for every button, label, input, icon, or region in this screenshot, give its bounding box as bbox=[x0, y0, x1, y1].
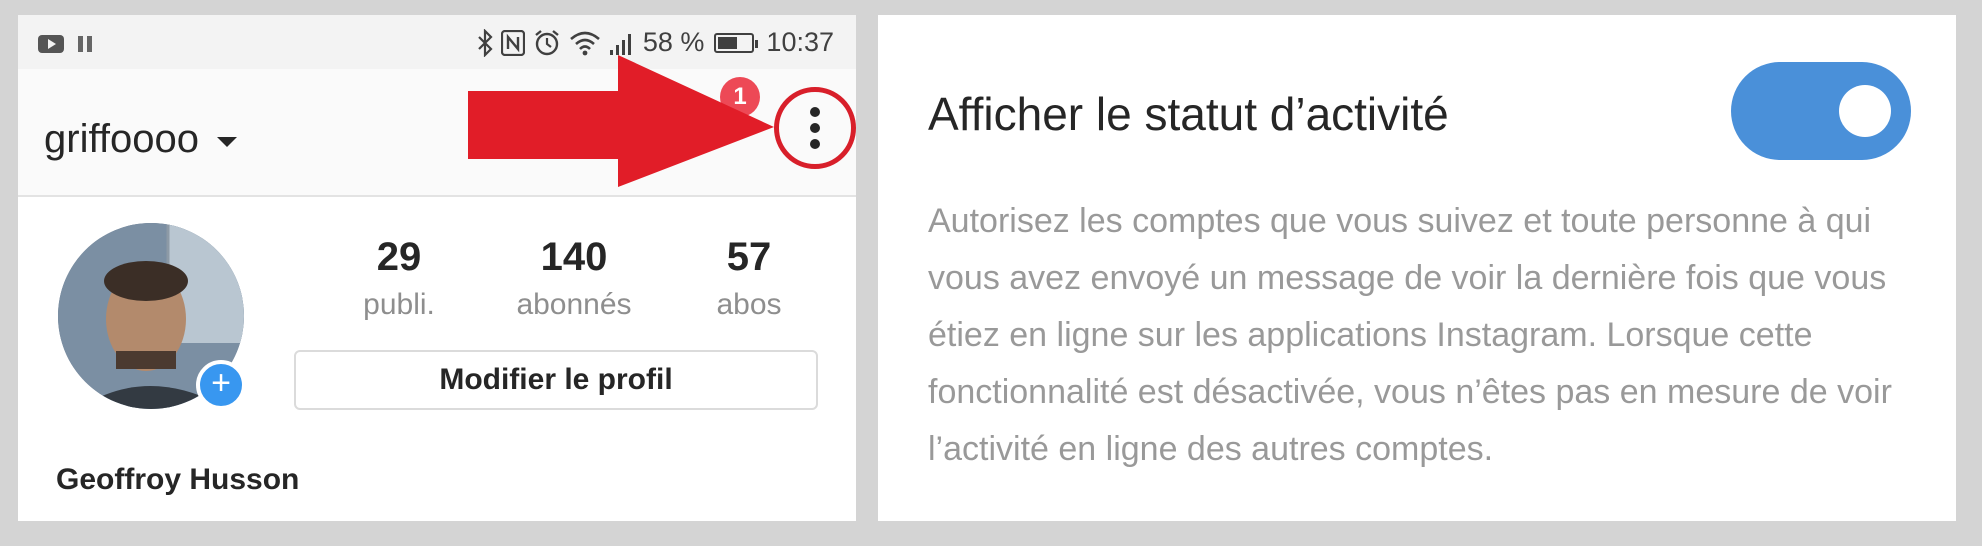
stat-following-label: abos bbox=[716, 288, 782, 321]
nfc-icon bbox=[500, 29, 525, 57]
edit-profile-button[interactable]: Modifier le profil bbox=[294, 350, 818, 410]
account-switcher[interactable]: griffoooo bbox=[44, 117, 237, 162]
youtube-icon bbox=[38, 30, 64, 58]
setting-title: Afficher le statut d’activité bbox=[928, 88, 1449, 140]
battery-percent: 58 % bbox=[642, 27, 705, 57]
stat-followers-label: abonnés bbox=[516, 288, 632, 321]
activity-status-settings-panel: Afficher le statut d’activité Autorisez … bbox=[878, 15, 1956, 521]
stat-followers-value: 140 bbox=[540, 235, 608, 279]
wifi-icon bbox=[569, 29, 601, 57]
status-bar: 58 % 10:37 bbox=[18, 15, 856, 69]
battery-icon bbox=[714, 32, 759, 53]
activity-status-toggle[interactable] bbox=[1731, 62, 1911, 160]
setting-description: Autorisez les comptes que vous suivez et… bbox=[928, 202, 1892, 468]
clock: 10:37 bbox=[766, 27, 834, 57]
bluetooth-icon bbox=[477, 28, 493, 57]
vertical-dots-icon bbox=[810, 107, 820, 149]
signal-icon bbox=[609, 29, 635, 57]
battery-level-fill bbox=[718, 36, 737, 49]
notification-badge: 1 bbox=[720, 77, 760, 117]
username: griffoooo bbox=[44, 117, 199, 161]
stat-following[interactable]: 57 abos bbox=[664, 235, 834, 322]
stat-posts[interactable]: 29 publi. bbox=[314, 235, 484, 322]
stat-posts-label: publi. bbox=[363, 288, 435, 321]
more-options-button[interactable] bbox=[774, 87, 856, 169]
stat-followers[interactable]: 140 abonnés bbox=[489, 235, 659, 322]
pause-icon bbox=[78, 30, 92, 58]
toggle-knob bbox=[1839, 85, 1891, 137]
alarm-icon bbox=[533, 29, 561, 57]
instagram-profile-panel: 58 % 10:37 griffoooo 1 + 29 publi. 140 a… bbox=[18, 15, 856, 521]
chevron-down-icon bbox=[216, 136, 237, 147]
add-story-button[interactable]: + bbox=[196, 360, 246, 410]
stat-posts-value: 29 bbox=[376, 235, 422, 279]
stat-following-value: 57 bbox=[726, 235, 772, 279]
profile-full-name: Geoffroy Husson bbox=[56, 463, 300, 496]
